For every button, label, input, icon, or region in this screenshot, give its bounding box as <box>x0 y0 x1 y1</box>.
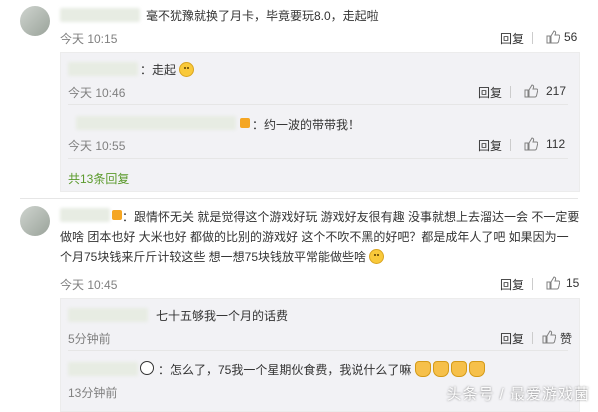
reply-username[interactable] <box>68 308 148 322</box>
reply-text: 七十五够我一个月的话费 <box>156 309 289 323</box>
divider <box>510 139 511 151</box>
reply-username[interactable] <box>76 116 236 130</box>
divider <box>68 350 568 351</box>
like-count: 56 <box>564 30 578 44</box>
reply-button[interactable]: 回复 <box>500 30 524 47</box>
thumb-up-icon[interactable] <box>524 137 538 151</box>
divider <box>510 86 511 98</box>
avatar[interactable] <box>20 6 50 36</box>
cat-emoji-icon <box>414 361 431 377</box>
thumb-up-icon[interactable] <box>524 84 538 98</box>
panda-badge-icon <box>140 361 154 375</box>
comment-time: 今天 10:15 <box>60 32 118 46</box>
reply-text: ：约一波的带带我！ <box>252 118 361 132</box>
cat-emoji-icon <box>432 361 449 377</box>
cat-emoji-icon <box>450 361 467 377</box>
thumb-up-icon[interactable] <box>546 276 560 290</box>
divider <box>20 198 578 199</box>
divider <box>532 278 533 290</box>
reply-button[interactable]: 回复 <box>500 330 524 347</box>
vip-badge-icon <box>240 118 250 128</box>
thumb-up-icon[interactable] <box>542 330 556 344</box>
reply-time: 5分钟前 <box>68 332 111 346</box>
reply-username[interactable] <box>68 362 138 376</box>
reply-text: ：走起 <box>140 61 195 78</box>
reply-button[interactable]: 回复 <box>478 137 502 154</box>
like-count: 112 <box>546 137 566 151</box>
reply-button[interactable]: 回复 <box>500 276 524 293</box>
more-replies-link[interactable]: 共13条回复 <box>68 170 129 187</box>
username[interactable] <box>60 8 140 22</box>
like-button-label[interactable]: 赞 <box>560 330 572 347</box>
divider <box>532 332 533 344</box>
reply-username[interactable] <box>68 62 138 76</box>
divider <box>532 32 533 44</box>
watermark: 头条号 / 最爱游戏菌 <box>446 386 590 403</box>
reply-text: ：怎么了，75我一个星期伙食费，我说什么了嘛 <box>158 361 487 378</box>
thumb-up-icon[interactable] <box>546 30 560 44</box>
comment-time: 今天 10:45 <box>60 278 118 292</box>
reply-time: 今天 10:55 <box>68 139 126 153</box>
smile-emoji-icon <box>179 62 195 77</box>
reply-button[interactable]: 回复 <box>478 84 502 101</box>
comment-text: 毫不犹豫就换了月卡，毕竟要玩8.0，走起啦 <box>146 9 379 23</box>
reply-time: 13分钟前 <box>68 386 118 400</box>
like-count: 217 <box>546 84 567 98</box>
smile-emoji-icon <box>369 249 385 264</box>
reply-time: 今天 10:46 <box>68 86 126 100</box>
avatar[interactable] <box>20 206 50 236</box>
cat-emoji-icon <box>468 361 485 377</box>
divider <box>68 158 568 159</box>
divider <box>68 104 568 105</box>
comment-text: ：跟情怀无关 就是觉得这个游戏好玩 游戏好友很有趣 没事就想上去溜达一会 不一定… <box>60 210 580 264</box>
like-count: 15 <box>566 276 580 290</box>
